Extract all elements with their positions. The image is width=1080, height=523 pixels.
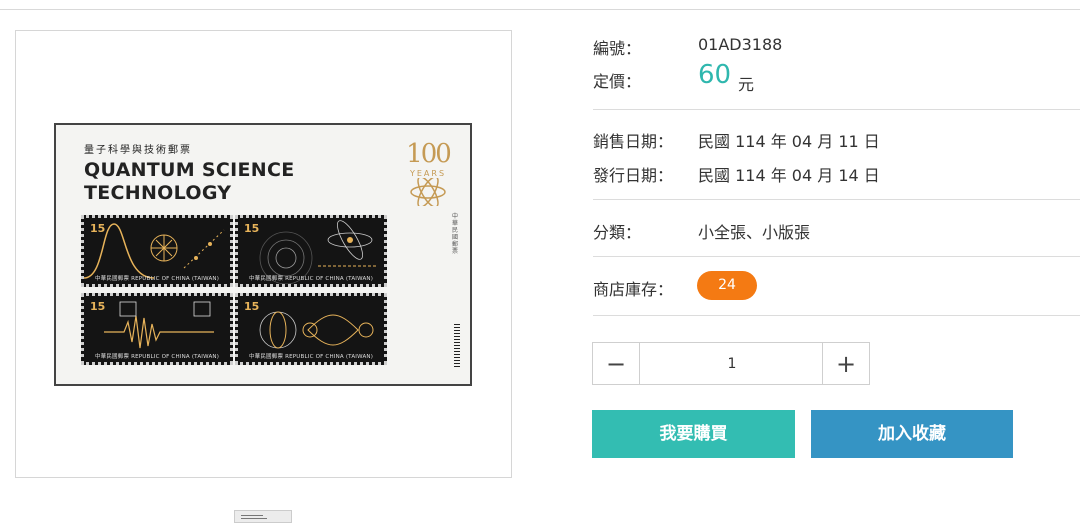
sheet-title-en: QUANTUM SCIENCE TECHNOLOGY xyxy=(84,159,295,204)
quantity-increase-button[interactable]: + xyxy=(822,343,869,384)
stock-badge: 24 xyxy=(697,271,757,300)
quantity-stepper: − + xyxy=(592,342,870,385)
buy-button[interactable]: 我要購買 xyxy=(592,410,795,458)
product-thumbnail[interactable] xyxy=(234,510,292,523)
price-label: 定價： xyxy=(593,72,642,91)
price-unit: 元 xyxy=(738,75,755,94)
stamp-4: 15 中華民國郵票 REPUBLIC OF CHINA (TAIWAN) xyxy=(235,293,387,365)
divider xyxy=(593,109,1080,110)
sale-date: 民國 114 年 04 月 11 日 xyxy=(698,132,880,151)
divider xyxy=(593,256,1080,257)
divider xyxy=(593,315,1080,316)
quantity-decrease-button[interactable]: − xyxy=(593,343,640,384)
stamp-sheet-image: 量子科學與技術郵票 QUANTUM SCIENCE TECHNOLOGY 100… xyxy=(54,123,472,386)
sheet-vertical-text: 中華民國郵票 xyxy=(452,213,459,255)
divider xyxy=(593,199,1080,200)
atom-icon xyxy=(410,176,446,208)
stock-label: 商店庫存： xyxy=(593,280,674,299)
sheet-title-zh: 量子科學與技術郵票 xyxy=(84,145,192,156)
product-image-frame[interactable]: 量子科學與技術郵票 QUANTUM SCIENCE TECHNOLOGY 100… xyxy=(15,30,512,478)
number-label: 編號： xyxy=(593,39,642,58)
category-label: 分類： xyxy=(593,223,642,242)
category-value: 小全張、小版張 xyxy=(698,223,811,242)
issue-date-label: 發行日期： xyxy=(593,166,674,185)
add-to-favorites-button[interactable]: 加入收藏 xyxy=(811,410,1013,458)
sale-date-label: 銷售日期： xyxy=(593,132,674,151)
product-number: 01AD3188 xyxy=(698,35,783,54)
issue-date: 民國 114 年 04 月 14 日 xyxy=(698,166,880,185)
quantity-input[interactable] xyxy=(640,343,824,384)
sheet-barcode xyxy=(454,323,460,367)
product-price: 60 xyxy=(698,60,732,90)
stamp-3: 15 中華民國郵票 REPUBLIC OF CHINA (TAIWAN) xyxy=(81,293,233,365)
top-divider xyxy=(0,9,1080,10)
stamp-2: 15 中華民國郵票 REPUBLIC OF CHINA (TAIWAN) xyxy=(235,215,387,287)
stamp-1: 15 中華民國郵票 REPUBLIC OF CHINA (TAIWAN) xyxy=(81,215,233,287)
anniversary-logo: 100 YEARS xyxy=(406,139,452,210)
